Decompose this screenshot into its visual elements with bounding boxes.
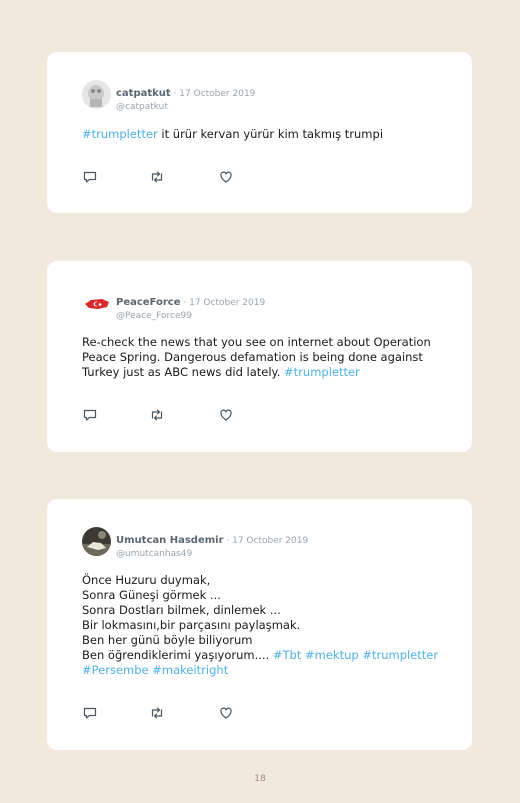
tweet-actions — [82, 705, 242, 721]
meta-separator: · — [170, 89, 180, 99]
tweet-line: Sonra Dostları bilmek, dinlemek ... — [82, 603, 442, 618]
tweet-actions — [82, 169, 242, 185]
tweet-date: 17 October 2019 — [189, 298, 266, 308]
tweet-line: Önce Huzuru duymak, — [82, 573, 442, 588]
tweet-line: Turkey just as ABC news did lately. #tru… — [82, 365, 442, 380]
heart-icon — [220, 171, 232, 183]
author-handle[interactable]: @catpatkut — [116, 102, 255, 112]
tweet-text: Sonra Güneşi görmek ... — [82, 588, 221, 602]
retweet-icon — [151, 409, 163, 421]
tweet-text: Bir lokmasını,bir parçasını paylaşmak. — [82, 618, 301, 632]
tweet-body: #trumpletter it ürür kervan yürür kim ta… — [82, 127, 442, 142]
reply-button[interactable] — [82, 407, 98, 423]
tweet-date: 17 October 2019 — [232, 536, 309, 546]
reply-button[interactable] — [82, 169, 98, 185]
tweet-actions — [82, 407, 242, 423]
hashtag[interactable]: #Persembe #makeitright — [82, 663, 228, 677]
author-handle[interactable]: @Peace_Force99 — [116, 311, 265, 321]
retweet-icon — [151, 171, 163, 183]
heart-icon — [220, 707, 232, 719]
tweet-text: Ben her günü böyle biliyorum — [82, 633, 253, 647]
tweet-text: it ürür kervan yürür kim takmış trumpi — [157, 127, 384, 141]
like-button[interactable] — [218, 407, 234, 423]
tweet-body: Önce Huzuru duymak, Sonra Güneşi görmek … — [82, 573, 442, 678]
tweet-line: #Persembe #makeitright — [82, 663, 442, 678]
tweet-line: Ben öğrendiklerimi yaşıyorum.... #Tbt #m… — [82, 648, 442, 663]
retweet-button[interactable] — [149, 169, 165, 185]
reply-icon — [83, 409, 97, 421]
avatar[interactable] — [82, 80, 111, 109]
tweet-date: 17 October 2019 — [179, 89, 256, 99]
page-number: 18 — [254, 774, 266, 784]
heart-icon — [220, 409, 232, 421]
tweet-line: Peace Spring. Dangerous defamation is be… — [82, 350, 442, 365]
tweet-text: Re-check the news that you see on intern… — [82, 335, 431, 349]
author-name[interactable]: catpatkut — [116, 88, 171, 99]
reply-icon — [83, 707, 97, 719]
tweet-text: Önce Huzuru duymak, — [82, 573, 211, 587]
avatar[interactable] — [82, 289, 111, 318]
like-button[interactable] — [218, 169, 234, 185]
reply-button[interactable] — [82, 705, 98, 721]
reply-icon — [83, 171, 97, 183]
tweet-line: #trumpletter it ürür kervan yürür kim ta… — [82, 127, 442, 142]
meta-separator: · — [223, 536, 233, 546]
tweet-card: Umutcan Hasdemir · 17 October 2019 @umut… — [47, 499, 472, 750]
author-name[interactable]: PeaceForce — [116, 297, 181, 308]
hashtag[interactable]: #trumpletter — [284, 365, 360, 379]
tweet-line: Sonra Güneşi görmek ... — [82, 588, 442, 603]
avatar[interactable] — [82, 527, 111, 556]
like-button[interactable] — [218, 705, 234, 721]
meta-separator: · — [180, 298, 190, 308]
retweet-icon — [151, 707, 163, 719]
tweet-card: catpatkut · 17 October 2019 @catpatkut #… — [47, 52, 472, 213]
tweet-text: Ben öğrendiklerimi yaşıyorum.... — [82, 648, 273, 662]
tweet-text: Peace Spring. Dangerous defamation is be… — [82, 350, 423, 364]
tweet-line: Bir lokmasını,bir parçasını paylaşmak. — [82, 618, 442, 633]
tweet-text: Turkey just as ABC news did lately. — [82, 365, 285, 379]
tweet-text: Sonra Dostları bilmek, dinlemek ... — [82, 603, 281, 617]
retweet-button[interactable] — [149, 705, 165, 721]
retweet-button[interactable] — [149, 407, 165, 423]
author-handle[interactable]: @umutcanhas49 — [116, 549, 308, 559]
hashtag[interactable]: #Tbt #mektup #trumpletter — [273, 648, 438, 662]
tweet-card: PeaceForce · 17 October 2019 @Peace_Forc… — [47, 261, 472, 452]
tweet-line: Re-check the news that you see on intern… — [82, 335, 442, 350]
tweet-line: Ben her günü böyle biliyorum — [82, 633, 442, 648]
hashtag[interactable]: #trumpletter — [82, 127, 158, 141]
tweet-body: Re-check the news that you see on intern… — [82, 335, 442, 380]
author-name[interactable]: Umutcan Hasdemir — [116, 535, 224, 546]
